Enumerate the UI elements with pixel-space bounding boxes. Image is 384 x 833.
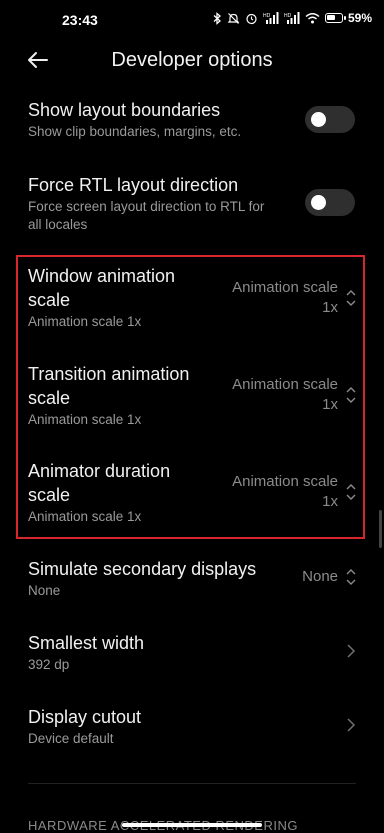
setting-title-line2: scale bbox=[28, 290, 71, 310]
value-line2: 1x bbox=[322, 299, 338, 316]
setting-animator-duration-scale[interactable]: Animator duration scale Animation scale … bbox=[28, 459, 170, 526]
window-animation-value[interactable]: Animation scale 1x bbox=[232, 278, 338, 318]
setting-subtitle: Device default bbox=[28, 731, 114, 746]
setting-title: Display cutout bbox=[28, 707, 142, 727]
setting-subtitle: Animation scale 1x bbox=[28, 509, 142, 524]
value-line1: Animation scale bbox=[232, 279, 338, 296]
setting-title-line1: Transition animation bbox=[28, 364, 190, 384]
up-down-icon bbox=[345, 566, 357, 588]
toggle-knob bbox=[311, 195, 326, 210]
setting-subtitle: 392 dp bbox=[28, 657, 70, 672]
setting-subtitle: Animation scale 1x bbox=[28, 412, 142, 427]
page-title: Developer options bbox=[111, 49, 273, 71]
setting-window-animation-scale[interactable]: Window animation scale Animation scale 1… bbox=[28, 264, 175, 331]
up-down-icon bbox=[345, 287, 357, 309]
toggle-knob bbox=[311, 112, 326, 127]
force-rtl-toggle[interactable] bbox=[305, 189, 355, 216]
value-line1: Animation scale bbox=[232, 376, 338, 393]
scrollbar[interactable] bbox=[379, 510, 382, 548]
status-time: 23:43 bbox=[62, 12, 98, 28]
setting-title: Show layout boundaries bbox=[28, 100, 221, 120]
setting-title: Smallest width bbox=[28, 633, 145, 653]
app-bar: Developer options bbox=[0, 44, 384, 76]
setting-simulate-secondary-displays[interactable]: Simulate secondary displays None bbox=[28, 557, 256, 600]
battery-percent: 59% bbox=[347, 11, 372, 25]
up-down-icon bbox=[345, 384, 357, 406]
svg-text:HD: HD bbox=[263, 13, 271, 19]
value-line2: 1x bbox=[322, 493, 338, 510]
mute-icon bbox=[227, 12, 240, 25]
simulate-displays-value[interactable]: None bbox=[302, 567, 338, 587]
setting-subtitle: None bbox=[28, 583, 61, 598]
status-icons: HD HD 59% bbox=[213, 11, 372, 25]
animator-duration-value[interactable]: Animation scale 1x bbox=[232, 472, 338, 512]
setting-subtitle-line1: Force screen layout direction to RTL for bbox=[28, 199, 265, 214]
setting-title-line1: Window animation bbox=[28, 266, 176, 286]
setting-force-rtl[interactable]: Force RTL layout direction Force screen … bbox=[28, 173, 264, 234]
hd-signal-icon: HD bbox=[263, 12, 279, 24]
status-bar: 23:43 HD HD 59% bbox=[0, 0, 384, 42]
divider bbox=[28, 783, 356, 784]
bluetooth-icon bbox=[213, 11, 222, 25]
chevron-right-icon bbox=[344, 718, 358, 732]
alarm-icon bbox=[245, 12, 258, 25]
value-line2: 1x bbox=[322, 396, 338, 413]
setting-subtitle-line2: all locales bbox=[28, 217, 88, 232]
show-layout-boundaries-toggle[interactable] bbox=[305, 106, 355, 133]
setting-display-cutout[interactable]: Display cutout Device default bbox=[28, 705, 141, 748]
setting-smallest-width[interactable]: Smallest width 392 dp bbox=[28, 631, 144, 674]
setting-title-line2: scale bbox=[28, 485, 71, 505]
wifi-icon bbox=[305, 12, 320, 24]
home-indicator[interactable] bbox=[122, 823, 262, 827]
battery-icon bbox=[324, 13, 346, 23]
up-down-icon bbox=[345, 481, 357, 503]
setting-show-layout-boundaries[interactable]: Show layout boundaries Show clip boundar… bbox=[28, 98, 241, 141]
setting-transition-animation-scale[interactable]: Transition animation scale Animation sca… bbox=[28, 362, 189, 429]
setting-title: Force RTL layout direction bbox=[28, 175, 239, 195]
hd-signal-icon: HD bbox=[284, 12, 300, 24]
setting-title-line2: scale bbox=[28, 388, 71, 408]
chevron-right-icon bbox=[344, 644, 358, 658]
setting-subtitle: Animation scale 1x bbox=[28, 314, 142, 329]
svg-text:HD: HD bbox=[284, 13, 292, 19]
setting-subtitle: Show clip boundaries, margins, etc. bbox=[28, 124, 242, 139]
transition-animation-value[interactable]: Animation scale 1x bbox=[232, 375, 338, 415]
setting-title-line1: Animator duration bbox=[28, 461, 171, 481]
value-line1: Animation scale bbox=[232, 473, 338, 490]
setting-title: Simulate secondary displays bbox=[28, 559, 257, 579]
